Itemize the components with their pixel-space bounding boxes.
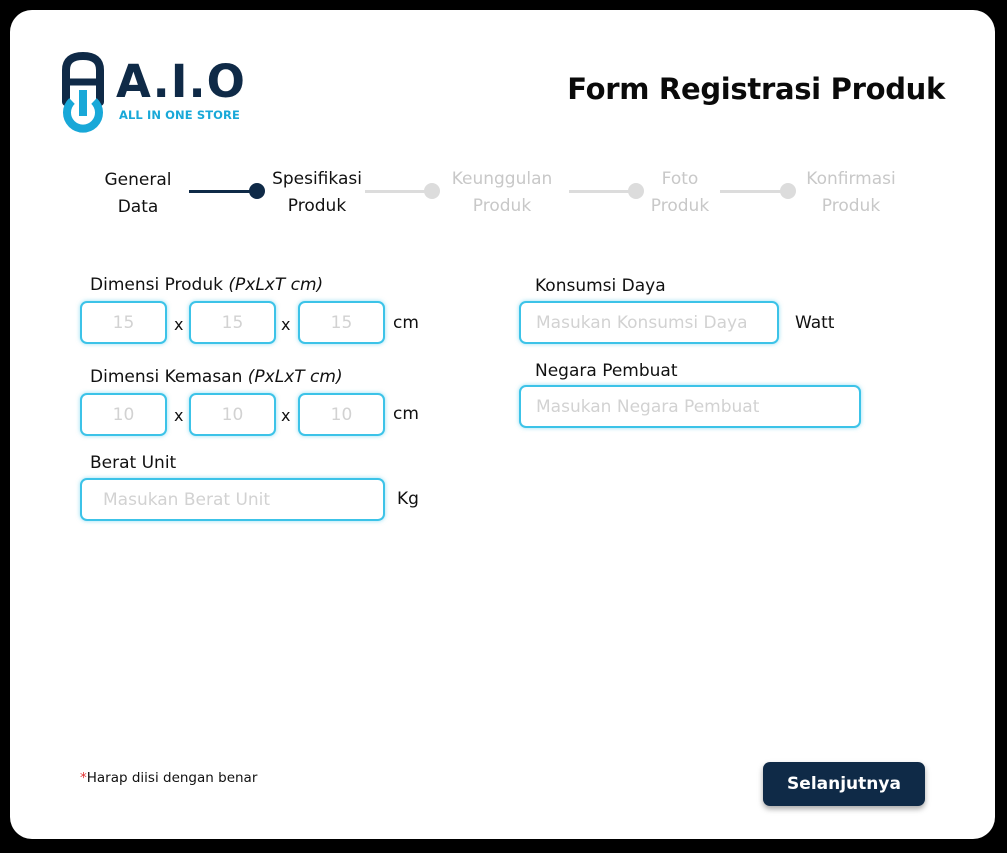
- required-note: *Harap diisi dengan benar: [80, 770, 257, 786]
- dimensi-separator: x: [281, 315, 291, 334]
- step-label-line1: Konfirmasi: [806, 169, 896, 189]
- dimensi-produk-unit: cm: [393, 313, 419, 333]
- dimensi-kemasan-tinggi-input[interactable]: 10: [298, 393, 385, 436]
- dimensi-produk-label-text: Dimensi Produk: [90, 275, 229, 295]
- negara-pembuat-input[interactable]: Masukan Negara Pembuat: [519, 385, 861, 428]
- input-placeholder: Masukan Berat Unit: [103, 489, 271, 510]
- step-dot-keunggulan: [424, 183, 440, 199]
- dimensi-produk-label: Dimensi Produk (PxLxT cm): [90, 275, 323, 295]
- required-asterisk: *: [80, 770, 87, 786]
- input-placeholder: 15: [112, 312, 135, 333]
- step-label-line1: Spesifikasi: [272, 169, 362, 189]
- step-label-line2: Produk: [472, 196, 532, 216]
- step-label-line1: Keunggulan: [451, 169, 553, 189]
- dimensi-separator: x: [174, 315, 184, 334]
- input-placeholder: 15: [221, 312, 244, 333]
- input-placeholder: 10: [330, 404, 353, 425]
- step-label-line2: Data: [117, 197, 159, 217]
- step-connector-4: [720, 190, 788, 193]
- input-placeholder: Masukan Negara Pembuat: [536, 396, 760, 417]
- step-general-data[interactable]: General Data: [88, 167, 188, 221]
- step-keunggulan-produk[interactable]: Keunggulan Produk: [440, 166, 564, 220]
- step-foto-produk[interactable]: Foto Produk: [640, 166, 720, 220]
- page-title: Form Registrasi Produk: [567, 72, 945, 106]
- next-button[interactable]: Selanjutnya: [763, 762, 925, 806]
- brand-title: A.I.O: [116, 55, 246, 108]
- dimensi-produk-lebar-input[interactable]: 15: [189, 301, 276, 344]
- dimensi-kemasan-unit: cm: [393, 404, 419, 424]
- dimensi-kemasan-label-text: Dimensi Kemasan: [90, 367, 248, 387]
- step-spesifikasi-produk[interactable]: Spesifikasi Produk: [258, 166, 376, 220]
- step-label-line2: Produk: [650, 196, 710, 216]
- dimensi-produk-tinggi-input[interactable]: 15: [298, 301, 385, 344]
- brand-subtitle: ALL IN ONE STORE: [119, 108, 240, 122]
- dimensi-produk-hint: (PxLxT cm): [228, 275, 324, 295]
- step-konfirmasi-produk[interactable]: Konfirmasi Produk: [795, 166, 907, 220]
- dimensi-kemasan-label: Dimensi Kemasan (PxLxT cm): [90, 367, 343, 387]
- konsumsi-daya-unit: Watt: [795, 313, 835, 333]
- input-placeholder: 10: [221, 404, 244, 425]
- negara-pembuat-label: Negara Pembuat: [535, 361, 678, 381]
- required-note-text: Harap diisi dengan benar: [86, 770, 258, 786]
- konsumsi-daya-label: Konsumsi Daya: [535, 276, 666, 296]
- berat-unit-input[interactable]: Masukan Berat Unit: [80, 478, 385, 521]
- dimensi-separator: x: [281, 406, 291, 425]
- dimensi-produk-panjang-input[interactable]: 15: [80, 301, 167, 344]
- dimensi-separator: x: [174, 406, 184, 425]
- berat-unit-unit: Kg: [397, 489, 419, 509]
- step-connector-1: [189, 190, 257, 193]
- dimensi-kemasan-hint: (PxLxT cm): [247, 367, 343, 387]
- step-connector-3: [569, 190, 637, 193]
- step-dot-konfirmasi: [780, 183, 796, 199]
- dimensi-kemasan-panjang-input[interactable]: 10: [80, 393, 167, 436]
- step-label-line1: Foto: [661, 169, 699, 189]
- brand-logo: A.I.O ALL IN ONE STORE: [62, 52, 245, 136]
- konsumsi-daya-input[interactable]: Masukan Konsumsi Daya: [519, 301, 779, 344]
- berat-unit-label: Berat Unit: [90, 453, 177, 473]
- input-placeholder: 15: [330, 312, 353, 333]
- input-placeholder: Masukan Konsumsi Daya: [536, 312, 748, 333]
- power-a-logo-icon: [62, 52, 104, 133]
- step-label-line1: General: [104, 170, 172, 190]
- dimensi-kemasan-lebar-input[interactable]: 10: [189, 393, 276, 436]
- step-label-line2: Produk: [821, 196, 881, 216]
- input-placeholder: 10: [112, 404, 135, 425]
- step-label-line2: Produk: [287, 196, 347, 216]
